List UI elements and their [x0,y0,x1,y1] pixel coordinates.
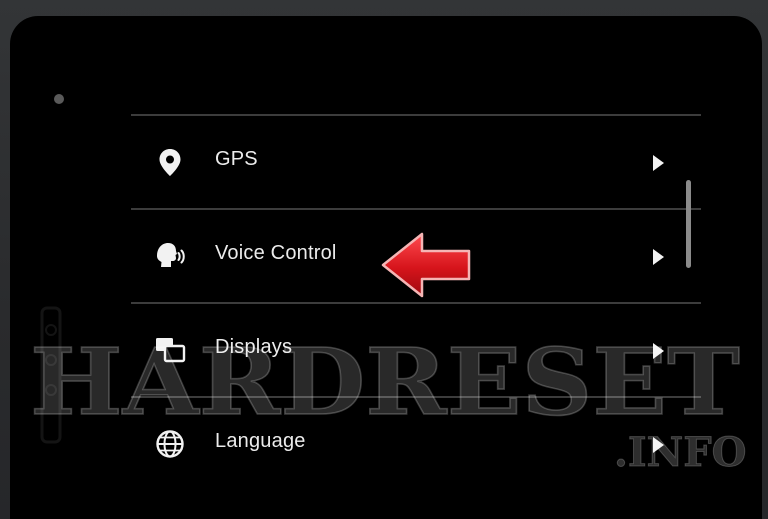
pointer-arrow-icon [381,232,471,298]
menu-item-label: Language [215,430,306,452]
menu-item-label: GPS [215,148,258,170]
front-sensor-dot [54,94,64,104]
menu-scrollbar[interactable] [686,180,691,268]
displays-icon [156,338,186,363]
globe-icon [156,430,184,458]
voice-control-icon [157,243,185,267]
camera-screen: GPS Voice Control Displays Language [10,16,762,519]
menu-item-language[interactable]: Language [131,398,701,490]
brand-logo [40,306,62,444]
menu-item-label: Voice Control [215,242,337,264]
location-pin-icon [159,149,181,176]
menu-item-label: Displays [215,336,293,358]
menu-item-displays[interactable]: Displays [131,304,701,396]
chevron-right-icon [653,249,664,265]
chevron-right-icon [653,343,664,359]
chevron-right-icon [653,437,664,453]
chevron-right-icon [653,155,664,171]
menu-item-gps[interactable]: GPS [131,116,701,208]
